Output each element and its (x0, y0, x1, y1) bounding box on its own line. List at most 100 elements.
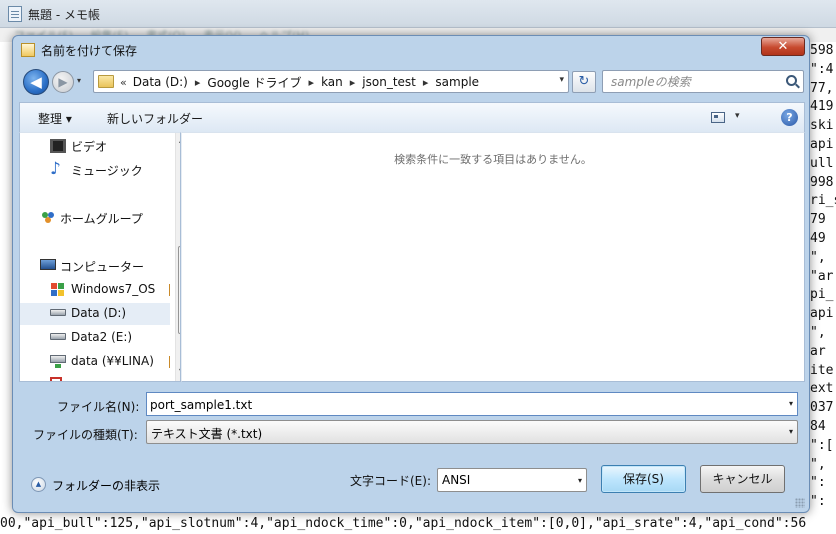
organize-button[interactable]: 整理 ▾ (38, 110, 72, 127)
refresh-button[interactable]: ↻ (572, 71, 596, 93)
breadcrumb-separator-icon[interactable]: ▸ (350, 76, 356, 89)
hide-folders-label: フォルダーの非表示 (52, 479, 161, 493)
breadcrumb-separator-icon[interactable]: ▸ (309, 76, 315, 89)
empty-results-message: 検索条件に一致する項目はありません。 (394, 153, 592, 166)
text-fragment: ski (810, 118, 834, 134)
text-fragment: pi_ (810, 287, 834, 303)
toolbar: 整理 ▾ 新しいフォルダー ▾ ? (19, 102, 805, 132)
cancel-button[interactable]: キャンセル (700, 465, 785, 493)
nav-item-computer[interactable]: コンピューター (20, 255, 170, 277)
close-button[interactable]: ✕ (761, 37, 805, 56)
music-note-icon (50, 159, 66, 179)
search-box[interactable] (602, 70, 804, 93)
filetype-select[interactable]: テキスト文書 (*.txt) ▾ (146, 420, 798, 444)
filename-input[interactable] (150, 397, 770, 412)
notepad-text-right-edge: 598 ":4 77, 419 ski api ull 998 ri_s 79 … (810, 42, 836, 514)
nav-item-homegroup[interactable]: ホームグループ (20, 207, 170, 229)
breadcrumb: « Data (D:) ▸ Google ドライブ ▸ kan ▸ json_t… (118, 74, 479, 90)
chevron-down-icon[interactable]: ▾ (789, 427, 793, 436)
resize-grip[interactable] (795, 498, 805, 508)
chevron-down-icon[interactable]: ▾ (559, 75, 564, 85)
nav-item-label: ミュージック (71, 164, 143, 178)
nav-item-windows7-os[interactable]: Windows7_OS (20, 279, 173, 301)
breadcrumb-drive[interactable]: Data (D:) (133, 75, 188, 89)
save-button[interactable]: 保存(S) (601, 465, 686, 493)
text-fragment: 79 (810, 212, 826, 228)
chevron-down-icon[interactable]: ▾ (735, 111, 740, 121)
nav-item-label: Data (D:) (71, 306, 127, 320)
chevron-down-icon[interactable]: ▾ (578, 476, 582, 485)
text-fragment: ":[ (810, 437, 834, 453)
text-fragment: "ar (810, 268, 834, 284)
filename-combobox[interactable]: ▾ (146, 392, 798, 416)
nav-item-data2-e[interactable]: Data2 (E:) (20, 327, 170, 349)
notepad-title: 無題 - メモ帳 (28, 8, 100, 22)
text-fragment: 84 (810, 418, 826, 434)
filetype-label: ファイルの種類(T): (33, 428, 138, 442)
nav-item-label: ビデオ (71, 140, 108, 154)
text-fragment: api (810, 306, 834, 322)
address-bar[interactable]: « Data (D:) ▸ Google ドライブ ▸ kan ▸ json_t… (93, 70, 569, 93)
text-fragment: ri_s (810, 193, 836, 209)
dialog-folder-icon (21, 43, 35, 57)
save-as-dialog: 名前を付けて保存 ✕ ◀ ▶ ▾ « Data (D:) ▸ Google ドラ… (12, 35, 810, 513)
navigation-pane: ビデオ ミュージック ホームグループ コンピューター Windows7_OS D… (19, 132, 181, 382)
view-options-button[interactable]: ▾ (711, 110, 745, 126)
network-drive-icon (50, 355, 66, 368)
text-fragment: ", (810, 456, 826, 472)
notepad-title-bar: 無題 - メモ帳 (0, 0, 836, 28)
breadcrumb-separator-icon[interactable]: ▸ (423, 76, 429, 89)
text-fragment: ", (810, 249, 826, 265)
text-fragment: 598 (810, 43, 834, 58)
nav-item-network-lina[interactable]: data (¥¥LINA) (20, 351, 173, 373)
nav-item-label: ホームグループ (60, 212, 143, 226)
notepad-text-bottom-line: 00,"api_bull":125,"api_slotnum":4,"api_n… (0, 516, 807, 531)
file-list-area[interactable]: 検索条件に一致する項目はありません。 (181, 132, 805, 382)
breadcrumb-separator-icon[interactable]: ▸ (195, 76, 201, 89)
truncated-text-edge (169, 284, 173, 296)
recent-locations-dropdown[interactable]: ▾ (77, 76, 87, 88)
encoding-value: ANSI (442, 473, 471, 487)
text-fragment: 49 (810, 230, 826, 246)
breadcrumb-overflow[interactable]: « (120, 76, 127, 89)
notepad-icon (8, 6, 22, 22)
dialog-title-bar[interactable]: 名前を付けて保存 ✕ (13, 36, 809, 64)
text-fragment: ", (810, 324, 826, 340)
nav-item-music[interactable]: ミュージック (20, 159, 170, 181)
nav-item-label: data (¥¥LINA) (71, 354, 154, 368)
text-fragment: ": (810, 494, 826, 510)
text-fragment: ull (810, 155, 834, 171)
search-input[interactable] (611, 74, 781, 89)
text-fragment: 037 (810, 400, 834, 416)
breadcrumb-sample[interactable]: sample (435, 75, 479, 89)
breadcrumb-kan[interactable]: kan (321, 75, 343, 89)
breadcrumb-json-test[interactable]: json_test (362, 75, 416, 89)
text-fragment: 77, (810, 80, 834, 96)
chevron-up-icon: ▲ (31, 477, 46, 492)
search-icon[interactable] (786, 75, 797, 86)
view-icon (711, 112, 725, 123)
nav-item-label: コンピューター (60, 260, 145, 274)
network-location-icon (50, 377, 62, 381)
windows-logo-icon (50, 282, 66, 296)
nav-item-videos[interactable]: ビデオ (20, 135, 170, 157)
new-folder-button[interactable]: 新しいフォルダー (107, 110, 203, 127)
encoding-select[interactable]: ANSI ▾ (437, 468, 587, 492)
filetype-value: テキスト文書 (*.txt) (151, 427, 263, 441)
back-button[interactable]: ◀ (23, 69, 49, 95)
drive-icon (50, 333, 66, 340)
nav-item-data-d[interactable]: Data (D:) (20, 303, 170, 325)
encoding-label: 文字コード(E): (350, 474, 431, 488)
help-button[interactable]: ? (781, 109, 798, 126)
chevron-down-icon[interactable]: ▾ (789, 399, 793, 408)
forward-button[interactable]: ▶ (52, 71, 74, 93)
nav-item-partial[interactable] (20, 375, 170, 381)
text-fragment: ar (810, 343, 826, 359)
film-icon (50, 139, 66, 153)
dialog-title: 名前を付けて保存 (41, 44, 138, 58)
homegroup-icon (40, 210, 56, 224)
breadcrumb-google-drive[interactable]: Google ドライブ (207, 74, 301, 91)
text-fragment: 419 (810, 99, 834, 115)
text-fragment: ": (810, 475, 826, 491)
text-fragment: ite (810, 362, 834, 378)
